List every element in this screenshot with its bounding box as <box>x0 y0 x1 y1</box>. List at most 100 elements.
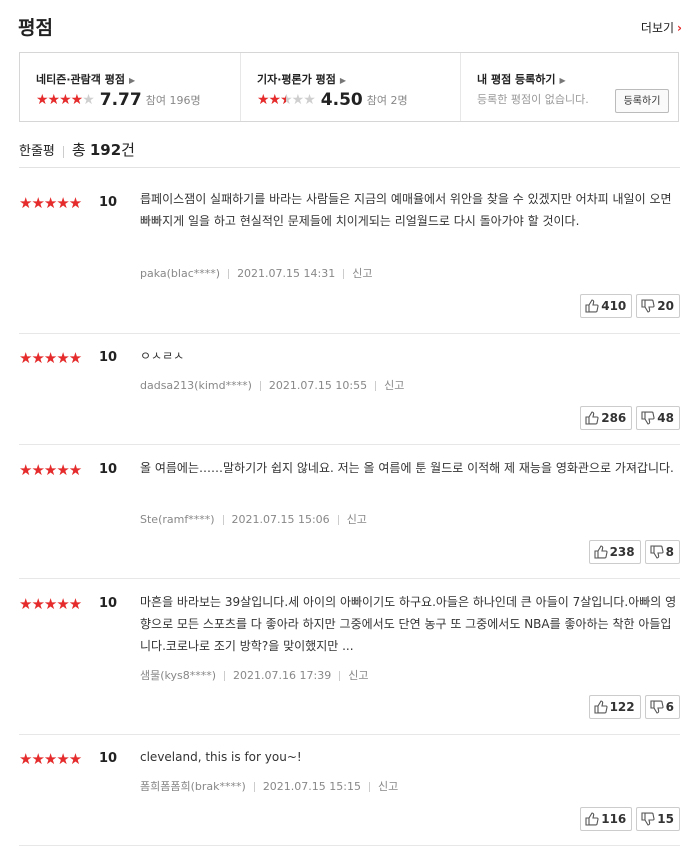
review-item: ★★★★★ 10 cleveland, this is for you~! 폼희… <box>19 750 680 832</box>
review-meta: paka(blac****) 2021.07.15 14:31 신고 <box>140 265 373 281</box>
overview-label: 한줄평 <box>19 144 55 159</box>
review-stars: ★★★★★ <box>19 595 82 613</box>
like-button[interactable]: 238 <box>588 540 641 564</box>
register-button[interactable]: 등록하기 <box>615 89 669 113</box>
report-link[interactable]: 신고 <box>378 780 398 793</box>
total-suffix: 건 <box>121 141 135 159</box>
thumbs-up-icon <box>585 299 599 313</box>
thumbs-down-icon <box>641 411 655 425</box>
caret-right-icon: ▶ <box>339 76 347 85</box>
review-user[interactable]: paka(blac****) <box>140 267 220 280</box>
dislike-button[interactable]: 6 <box>644 695 680 719</box>
review-score: 10 <box>99 195 118 210</box>
review-item: ★★★★★ 10 ㅇㅅㄹㅅ dadsa213(kimd****) 2021.07.… <box>19 349 680 431</box>
review-stars: ★★★★★ <box>19 750 82 768</box>
review-item: ★★★★★ 10 마흔을 바라보는 39살입니다.세 아이의 아빠이기도 하구요… <box>19 595 680 721</box>
review-user[interactable]: Ste(ramf****) <box>140 513 215 526</box>
like-button[interactable]: 116 <box>580 807 633 831</box>
review-divider <box>19 845 680 846</box>
divider <box>62 145 64 158</box>
report-link[interactable]: 신고 <box>348 669 368 682</box>
review-meta: Ste(ramf****) 2021.07.15 15:06 신고 <box>140 511 367 527</box>
vote-buttons: 410 20 <box>576 294 680 318</box>
review-date: 2021.07.15 15:15 <box>262 780 361 793</box>
critic-stars: ★★★★★★ <box>257 91 316 108</box>
review-divider <box>19 734 680 735</box>
review-user[interactable]: dadsa213(kimd****) <box>140 379 252 392</box>
vote-buttons: 122 6 <box>585 695 680 719</box>
audience-score: 7.77 <box>99 89 142 110</box>
review-item: ★★★★★ 10 릅페이스잼이 실패하기를 바라는 사람들은 지금의 예매율에서… <box>19 192 680 320</box>
more-label: 더보기 <box>640 21 675 35</box>
critic-score: 4.50 <box>320 89 363 110</box>
review-text: 올 여름에는……말하기가 쉽지 않네요. 저는 올 여름에 툰 월드로 이적해 … <box>140 461 674 475</box>
rating-summary-box: 네티즌·관람객 평점 ▶ ★★★★★ 7.77 참여 196명 기자·평론가 평점 ▶ … <box>19 52 679 122</box>
report-link[interactable]: 신고 <box>352 267 372 280</box>
review-date: 2021.07.16 17:39 <box>233 669 332 682</box>
thumbs-down-icon <box>641 812 655 826</box>
report-link[interactable]: 신고 <box>384 379 404 392</box>
dislike-button[interactable]: 20 <box>636 294 680 318</box>
review-text: ㅇㅅㄹㅅ <box>140 349 185 363</box>
thumbs-down-icon <box>650 545 664 559</box>
audience-rating: 네티즌·관람객 평점 ▶ ★★★★★ 7.77 참여 196명 <box>20 53 240 121</box>
like-button[interactable]: 286 <box>580 406 633 430</box>
review-user[interactable]: 샘물(kys8****) <box>140 669 216 682</box>
audience-rating-link[interactable]: 네티즌·관람객 평점 ▶ <box>36 71 135 87</box>
review-divider <box>19 333 680 334</box>
thumbs-up-icon <box>585 411 599 425</box>
review-text: 마흔을 바라보는 39살입니다.세 아이의 아빠이기도 하구요.아들은 하나인데… <box>140 595 677 653</box>
section-title: 평점 <box>18 17 53 39</box>
vote-buttons: 116 15 <box>576 807 680 831</box>
critic-rating-link[interactable]: 기자·평론가 평점 ▶ <box>257 71 346 87</box>
more-link[interactable]: 더보기 › <box>641 19 682 36</box>
caret-right-icon: ▶ <box>559 76 566 85</box>
review-text: 릅페이스잼이 실패하기를 바라는 사람들은 지금의 예매율에서 위안을 찾을 수… <box>140 192 672 228</box>
chevron-right-icon: › <box>677 21 682 35</box>
report-link[interactable]: 신고 <box>347 513 367 526</box>
thumbs-down-icon <box>650 700 664 714</box>
thumbs-up-icon <box>594 545 608 559</box>
critic-rating: 기자·평론가 평점▶ ★★★★★★4.50참여 2명 <box>240 53 461 121</box>
review-date: 2021.07.15 14:31 <box>237 267 336 280</box>
review-item: ★★★★★ 10 올 여름에는……말하기가 쉽지 않네요. 저는 올 여름에 툰… <box>19 461 680 565</box>
review-text: cleveland, this is for you~! <box>140 750 302 764</box>
review-user[interactable]: 폼희폼폼희(brak****) <box>140 780 246 793</box>
list-top-divider <box>19 167 680 168</box>
critic-count: 참여 2명 <box>366 93 408 107</box>
review-score: 10 <box>99 462 118 477</box>
thumbs-up-icon <box>585 812 599 826</box>
audience-stars: ★★★★★ <box>36 91 95 108</box>
review-score: 10 <box>99 596 118 611</box>
review-divider <box>19 578 680 579</box>
review-stars: ★★★★★ <box>19 461 82 479</box>
review-meta: dadsa213(kimd****) 2021.07.15 10:55 신고 <box>140 377 404 393</box>
review-stars: ★★★★★ <box>19 194 82 212</box>
audience-count: 참여 196명 <box>145 93 201 107</box>
my-rating-empty: 등록한 평점이 없습니다. <box>477 93 589 106</box>
vote-buttons: 238 8 <box>585 540 680 564</box>
dislike-button[interactable]: 8 <box>644 540 680 564</box>
like-button[interactable]: 410 <box>580 294 633 318</box>
thumbs-down-icon <box>641 299 655 313</box>
total-count: 192 <box>89 141 122 159</box>
dislike-button[interactable]: 15 <box>636 807 680 831</box>
vote-buttons: 286 48 <box>576 406 680 430</box>
review-date: 2021.07.15 10:55 <box>268 379 368 392</box>
rating-header: 평점 더보기 › <box>0 0 700 52</box>
review-date: 2021.07.15 15:06 <box>231 513 330 526</box>
review-meta: 폼희폼폼희(brak****) 2021.07.15 15:15 신고 <box>140 778 398 794</box>
review-divider <box>19 444 680 445</box>
review-score: 10 <box>99 350 118 365</box>
my-rating-link[interactable]: 내 평점 등록하기 ▶ <box>477 71 566 87</box>
review-stars: ★★★★★ <box>19 349 82 367</box>
review-overview: 한줄평 총 192건 <box>19 139 135 160</box>
total-prefix: 총 <box>71 141 86 159</box>
caret-right-icon: ▶ <box>128 76 136 85</box>
review-meta: 샘물(kys8****) 2021.07.16 17:39 신고 <box>140 667 368 683</box>
dislike-button[interactable]: 48 <box>636 406 680 430</box>
review-score: 10 <box>99 751 118 766</box>
like-button[interactable]: 122 <box>588 695 641 719</box>
my-rating: 내 평점 등록하기 ▶ 등록한 평점이 없습니다. 등록하기 <box>460 53 679 121</box>
thumbs-up-icon <box>594 700 608 714</box>
